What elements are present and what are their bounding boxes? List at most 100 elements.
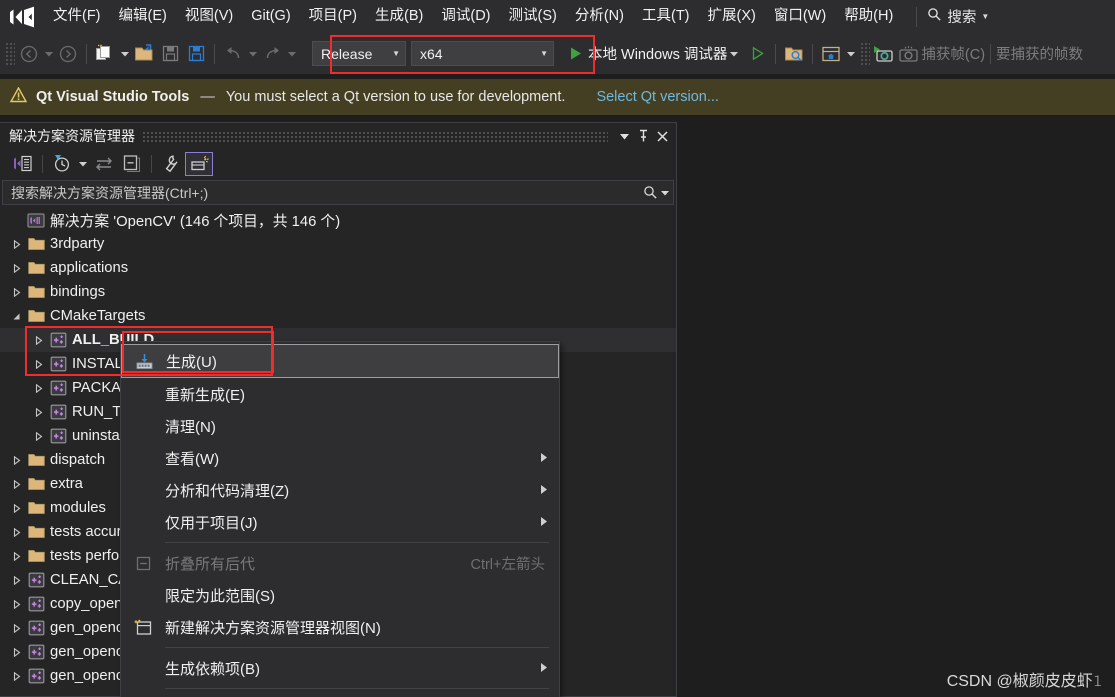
menu-help[interactable]: 帮助(H) [835,4,902,30]
titlebar-drag-dots[interactable] [142,130,608,142]
tree-twisty-icon[interactable] [30,328,47,352]
start-diagnostic-capture-icon[interactable] [871,41,897,67]
solution-root-row[interactable]: 解决方案 'OpenCV' (146 个项目，共 146 个) [0,208,676,232]
tree-twisty-icon[interactable] [8,256,25,280]
new-project-icon[interactable] [92,41,118,67]
live-visual-tree-dropdown-icon[interactable] [844,41,857,67]
undo-dropdown-icon[interactable] [246,41,259,67]
chevron-down-icon[interactable]: ▼ [981,12,989,21]
home-view-icon[interactable] [9,152,37,176]
context-menu-item[interactable]: 分析和代码清理(Z) [121,474,559,506]
navigate-backward-icon[interactable] [16,41,42,67]
tree-twisty-icon[interactable] [8,472,25,496]
chevron-down-icon[interactable]: ▼ [392,49,400,58]
properties-wrench-icon[interactable] [157,152,185,176]
redo-icon[interactable] [259,41,285,67]
context-menu-item[interactable]: 重新生成(E) [121,378,559,410]
toolbar-grip[interactable] [4,40,15,67]
tree-row[interactable]: 3rdparty [0,232,676,256]
menu-test[interactable]: 测试(S) [500,4,566,30]
menu-build[interactable]: 生成(B) [366,4,432,30]
tree-twisty-icon[interactable] [8,568,25,592]
tree-row-label: 3rdparty [50,236,105,252]
start-debugging-dropdown-icon[interactable] [727,41,740,67]
menu-project[interactable]: 项目(P) [300,4,366,30]
menu-file[interactable]: 文件(F) [44,4,110,30]
menu-debug[interactable]: 调试(D) [432,4,499,30]
tree-twisty-icon[interactable] [30,376,47,400]
tree-twisty-icon[interactable] [8,640,25,664]
menu-git[interactable]: Git(G) [242,4,299,30]
save-icon[interactable] [157,41,183,67]
menu-window[interactable]: 窗口(W) [765,4,835,30]
sync-with-active-document-icon[interactable] [90,152,118,176]
pending-changes-clock-icon[interactable] [48,152,76,176]
submenu-arrow-icon [541,484,559,496]
menu-view[interactable]: 视图(V) [176,4,242,30]
tree-twisty-icon[interactable] [30,352,47,376]
context-menu-item[interactable]: 仅用于项目(J) [121,506,559,538]
close-icon[interactable] [653,125,672,147]
redo-dropdown-icon[interactable] [285,41,298,67]
open-project-icon[interactable] [131,41,157,67]
tree-twisty-icon[interactable] [8,496,25,520]
context-menu-item[interactable]: 限定为此范围(S) [121,579,559,611]
pending-changes-dropdown-icon[interactable] [76,152,90,176]
navigate-backward-dropdown-icon[interactable] [42,41,55,67]
menu-analyze[interactable]: 分析(N) [566,4,633,30]
new-project-dropdown-icon[interactable] [118,41,131,67]
context-menu-item-label: 查看(W) [165,450,220,468]
context-menu-item[interactable]: 新建解决方案资源管理器视图(N) [121,611,559,643]
tree-twisty-icon[interactable] [30,424,47,448]
menu-edit[interactable]: 编辑(E) [110,4,176,30]
tree-row[interactable]: bindings [0,280,676,304]
context-menu-item[interactable]: 生成依赖项(B) [121,652,559,684]
pin-icon[interactable] [634,125,653,147]
tree-twisty-icon[interactable] [8,616,25,640]
tree-twisty-icon[interactable] [8,448,25,472]
undo-icon[interactable] [220,41,246,67]
start-without-debugging-icon[interactable] [744,41,770,67]
submenu-arrow-icon [541,662,559,674]
toolbar-separator [86,43,87,64]
watermark: CSDN @椒颜皮皮虾𝟷 [946,673,1103,690]
start-debugging-label[interactable]: 本地 Windows 调试器 [588,43,727,64]
search-icon[interactable] [643,185,669,200]
preview-selected-items-icon[interactable] [185,151,213,176]
save-all-icon[interactable] [183,41,209,67]
solution-configuration-combo[interactable]: Release ▼ [312,41,406,66]
tree-twisty-icon[interactable] [8,232,25,256]
qt-notification-bar: Qt Visual Studio Tools — You must select… [0,79,1115,115]
navigate-forward-icon[interactable] [55,41,81,67]
tree-twisty-icon[interactable] [8,544,25,568]
context-menu-item[interactable]: 查看(W) [121,442,559,474]
collapse-icon [121,556,165,571]
tree-row[interactable]: CMakeTargets [0,304,676,328]
search-solution-explorer-icon[interactable] [781,41,807,67]
tree-row[interactable]: applications [0,256,676,280]
tree-twisty-icon[interactable] [8,592,25,616]
toolbar-grip-2[interactable] [859,40,871,67]
menu-separator [165,647,549,648]
select-qt-version-link[interactable]: Select Qt version... [596,89,719,105]
tree-twisty-icon[interactable] [30,400,47,424]
tree-twisty-icon[interactable] [8,664,25,688]
global-search[interactable]: 搜索 ▼ [927,6,989,27]
context-menu-item[interactable]: 生成(U) [121,344,559,378]
chevron-down-icon[interactable]: ▼ [540,49,548,58]
context-menu-item[interactable]: 清理(N) [121,410,559,442]
menu-extensions[interactable]: 扩展(X) [699,4,765,30]
tree-twisty-icon[interactable] [8,520,25,544]
tree-twisty-icon[interactable] [8,304,25,328]
chevron-down-icon[interactable] [615,125,634,147]
solution-explorer-search[interactable] [2,180,674,205]
menu-tools[interactable]: 工具(T) [633,4,699,30]
context-menu-item[interactable]: 添加(D) [121,693,559,697]
solution-platform-combo[interactable]: x64 ▼ [411,41,554,66]
live-visual-tree-icon[interactable] [818,41,844,67]
search-input[interactable] [11,184,643,201]
solution-label: 解决方案 'OpenCV' (146 个项目，共 146 个) [50,213,341,230]
start-debugging-icon[interactable] [562,41,588,67]
tree-twisty-icon[interactable] [8,280,25,304]
collapse-all-icon[interactable] [118,152,146,176]
